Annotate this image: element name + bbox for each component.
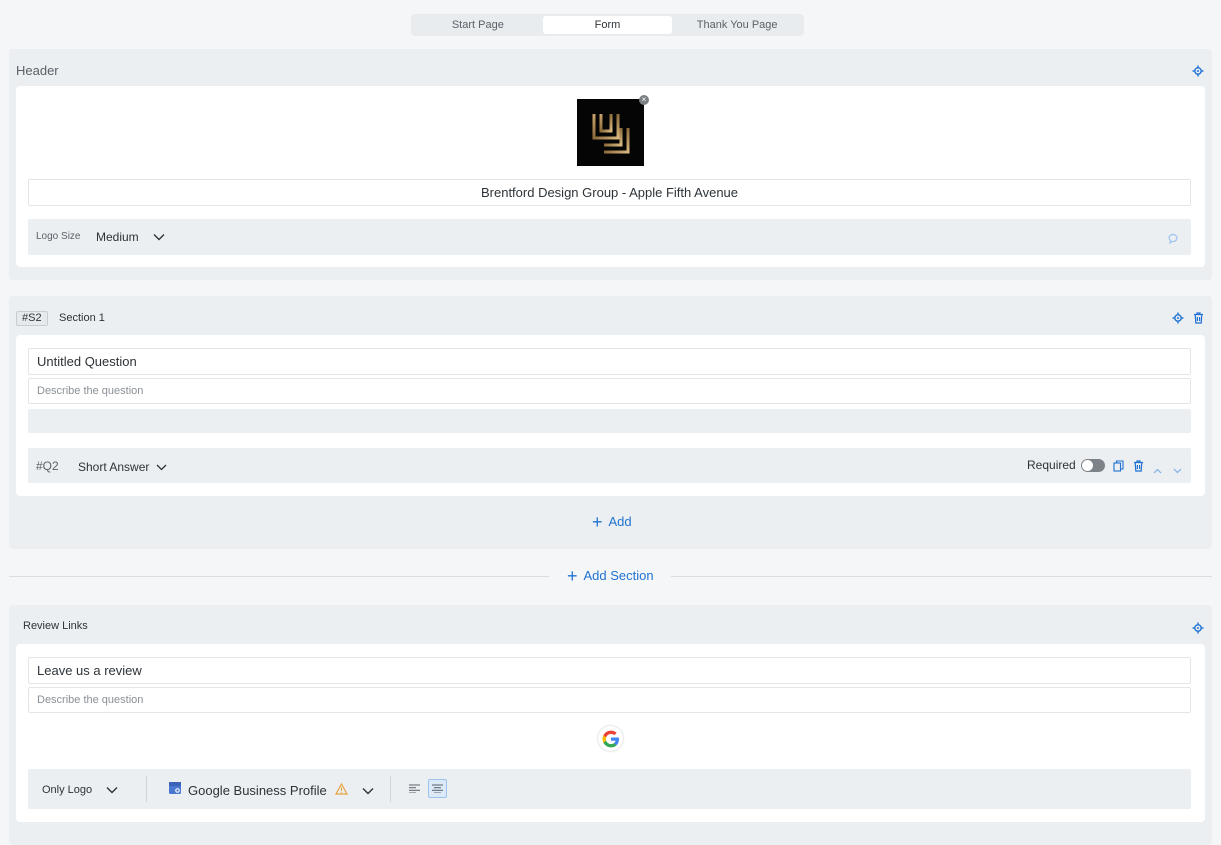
warning-icon	[334, 782, 348, 800]
add-section-button[interactable]: + Add Section	[567, 565, 654, 586]
align-left-icon[interactable]	[405, 779, 424, 798]
move-up-icon[interactable]	[1153, 461, 1162, 479]
required-label: Required	[1027, 458, 1076, 472]
move-down-icon[interactable]	[1173, 461, 1182, 479]
review-options-bar: Only Logo Google Business Profile	[28, 769, 1191, 809]
google-business-profile-icon	[168, 781, 182, 800]
trash-icon[interactable]	[1192, 312, 1204, 324]
add-question-button[interactable]: + Add	[592, 511, 632, 532]
question-type-value: Short Answer	[78, 460, 150, 474]
google-logo-icon[interactable]	[598, 726, 623, 751]
divider-right	[671, 576, 1212, 577]
section-name[interactable]: Section 1	[59, 312, 105, 324]
tab-start-page[interactable]: Start Page	[413, 16, 543, 34]
platform-value: Google Business Profile	[188, 783, 327, 798]
header-title: Header	[16, 63, 59, 78]
review-links-title: Review Links	[23, 620, 88, 632]
add-section-label: Add Section	[583, 568, 654, 583]
review-description-input[interactable]: Describe the question	[28, 687, 1191, 713]
plus-icon: +	[592, 511, 603, 532]
page-tabs: Start Page Form Thank You Page	[411, 14, 804, 36]
logo-size-label: Logo Size	[36, 231, 81, 242]
chevron-down-icon	[362, 782, 374, 800]
question-title-text: Untitled Question	[37, 354, 137, 369]
business-name-text: Brentford Design Group - Apple Fifth Ave…	[480, 185, 739, 200]
link-icon[interactable]	[1167, 231, 1180, 249]
review-title-text: Leave us a review	[37, 663, 142, 678]
business-logo[interactable]	[577, 99, 644, 166]
header-panel: Header × Brentford Design Group - Apple …	[9, 49, 1212, 280]
question-card: Untitled Question Describe the question …	[16, 335, 1205, 496]
divider	[146, 776, 147, 802]
divider-left	[9, 576, 549, 577]
review-description-placeholder: Describe the question	[37, 694, 144, 706]
platform-select[interactable]: Google Business Profile	[168, 781, 374, 800]
header-card: × Brentford Design Group - Apple Fifth A…	[16, 86, 1205, 267]
tab-thank-you-page[interactable]: Thank You Page	[672, 16, 802, 34]
tab-form[interactable]: Form	[542, 16, 673, 34]
section-id-badge: #S2	[16, 311, 48, 326]
logo-size-value: Medium	[96, 230, 139, 244]
section-panel: #S2 Section 1 Untitled Question Describe…	[9, 296, 1212, 549]
divider	[390, 776, 391, 802]
review-title-input[interactable]: Leave us a review	[28, 657, 1191, 684]
align-center-icon[interactable]	[428, 779, 447, 798]
question-title-input[interactable]: Untitled Question	[28, 348, 1191, 375]
question-type-select[interactable]: Short Answer	[78, 458, 167, 476]
settings-icon[interactable]	[1172, 312, 1184, 324]
business-name-input[interactable]: Brentford Design Group - Apple Fifth Ave…	[28, 179, 1191, 206]
required-toggle[interactable]	[1081, 459, 1105, 472]
remove-logo-icon[interactable]: ×	[639, 95, 649, 105]
plus-icon: +	[567, 565, 578, 586]
display-mode-value: Only Logo	[42, 784, 93, 796]
add-question-label: Add	[608, 514, 632, 529]
chevron-down-icon	[106, 781, 118, 799]
settings-icon[interactable]	[1192, 622, 1204, 634]
review-links-panel: Review Links Leave us a review Describe …	[9, 605, 1212, 845]
review-card: Leave us a review Describe the question …	[16, 644, 1205, 822]
settings-icon[interactable]	[1192, 65, 1204, 77]
question-footer-bar: #Q2 Short Answer Required	[28, 448, 1191, 483]
question-description-input[interactable]: Describe the question	[28, 378, 1191, 404]
logo-size-select[interactable]: Medium	[96, 228, 176, 246]
duplicate-icon[interactable]	[1113, 459, 1124, 477]
display-mode-select[interactable]: Only Logo	[42, 781, 118, 799]
trash-icon[interactable]	[1133, 459, 1144, 477]
chevron-down-icon	[153, 228, 165, 246]
question-id: #Q2	[36, 459, 59, 473]
question-description-placeholder: Describe the question	[37, 385, 144, 397]
chevron-down-icon	[156, 458, 167, 476]
answer-preview-field	[28, 409, 1191, 433]
logo-size-bar: Logo Size Medium	[28, 219, 1191, 255]
